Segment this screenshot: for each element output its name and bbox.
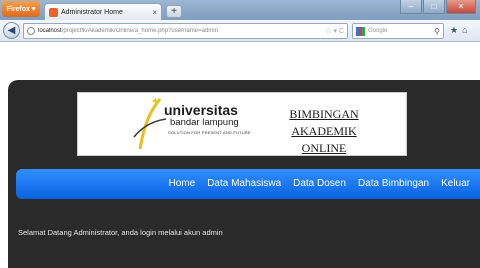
new-tab-button[interactable]: + xyxy=(166,5,182,18)
browser-tab[interactable]: Administrator Home × xyxy=(44,3,162,20)
header-banner: universitas bandar lampung SOLUTION FOR … xyxy=(77,92,407,156)
close-window-button[interactable]: ✕ xyxy=(446,0,476,14)
tab-title: Administrator Home xyxy=(61,8,123,16)
google-icon xyxy=(356,26,365,36)
window-controls: – □ ✕ xyxy=(400,0,476,14)
firefox-menu-button[interactable]: Firefox ▾ xyxy=(2,1,40,17)
menu-item-data-bimbingan[interactable]: Data Bimbingan xyxy=(352,169,435,199)
page-favicon-icon xyxy=(49,7,58,17)
search-icon[interactable]: ⚲ xyxy=(434,27,440,36)
logo-name: universitas xyxy=(164,102,238,118)
url-bar[interactable]: localhost/projectfk/Akademik/Online/a_ho… xyxy=(23,23,348,39)
firefox-menu-label: Firefox xyxy=(6,5,30,13)
main-menu: Home Data Mahasiswa Data Dosen Data Bimb… xyxy=(16,169,480,199)
chevron-down-icon: ▾ xyxy=(31,6,36,13)
site-title-line2: ONLINE xyxy=(301,141,347,155)
toolbar-icons: ★ ⌂ xyxy=(450,25,468,36)
close-icon[interactable]: × xyxy=(152,8,157,17)
menu-item-data-dosen[interactable]: Data Dosen xyxy=(287,169,352,199)
browser-navbar: ◀ localhost/projectfk/Akademik/Online/a_… xyxy=(0,20,480,42)
bookmark-icon[interactable]: ★ xyxy=(450,25,458,36)
maximize-button[interactable]: □ xyxy=(423,0,445,14)
site-title: BIMBINGAN AKADEMIK ONLINE xyxy=(264,106,384,157)
home-icon[interactable]: ⌂ xyxy=(462,25,467,36)
back-button[interactable]: ◀ xyxy=(3,22,20,39)
welcome-message: Selamat Datang Administrator, anda login… xyxy=(18,228,223,237)
logo-city: bandar lampung xyxy=(170,117,239,128)
university-logo: universitas bandar lampung SOLUTION FOR … xyxy=(130,97,272,153)
menu-item-home[interactable]: Home xyxy=(163,169,202,199)
url-host: localhost xyxy=(38,28,62,34)
url-text: localhost/projectfk/Akademik/Online/a_ho… xyxy=(38,28,218,34)
menu-item-keluar[interactable]: Keluar xyxy=(435,169,476,199)
logo-tagline: SOLUTION FOR PRESENT AND FUTURE xyxy=(168,130,251,135)
page-viewport: universitas bandar lampung SOLUTION FOR … xyxy=(0,43,480,268)
minimize-button[interactable]: – xyxy=(400,0,422,14)
search-placeholder: Google xyxy=(368,28,388,34)
search-bar[interactable]: Google ⚲ xyxy=(352,23,444,39)
menu-item-data-mahasiswa[interactable]: Data Mahasiswa xyxy=(201,169,287,199)
bookmark-star-icon[interactable]: ☆ ▾ C xyxy=(325,27,344,35)
globe-icon xyxy=(27,27,35,35)
site-title-line1: BIMBINGAN AKADEMIK xyxy=(289,107,359,138)
browser-titlebar: Firefox ▾ Administrator Home × + – □ ✕ xyxy=(0,0,480,20)
url-path: /projectfk/Akademik/Online/a_home.php?us… xyxy=(61,28,218,34)
site-container: universitas bandar lampung SOLUTION FOR … xyxy=(8,80,480,268)
